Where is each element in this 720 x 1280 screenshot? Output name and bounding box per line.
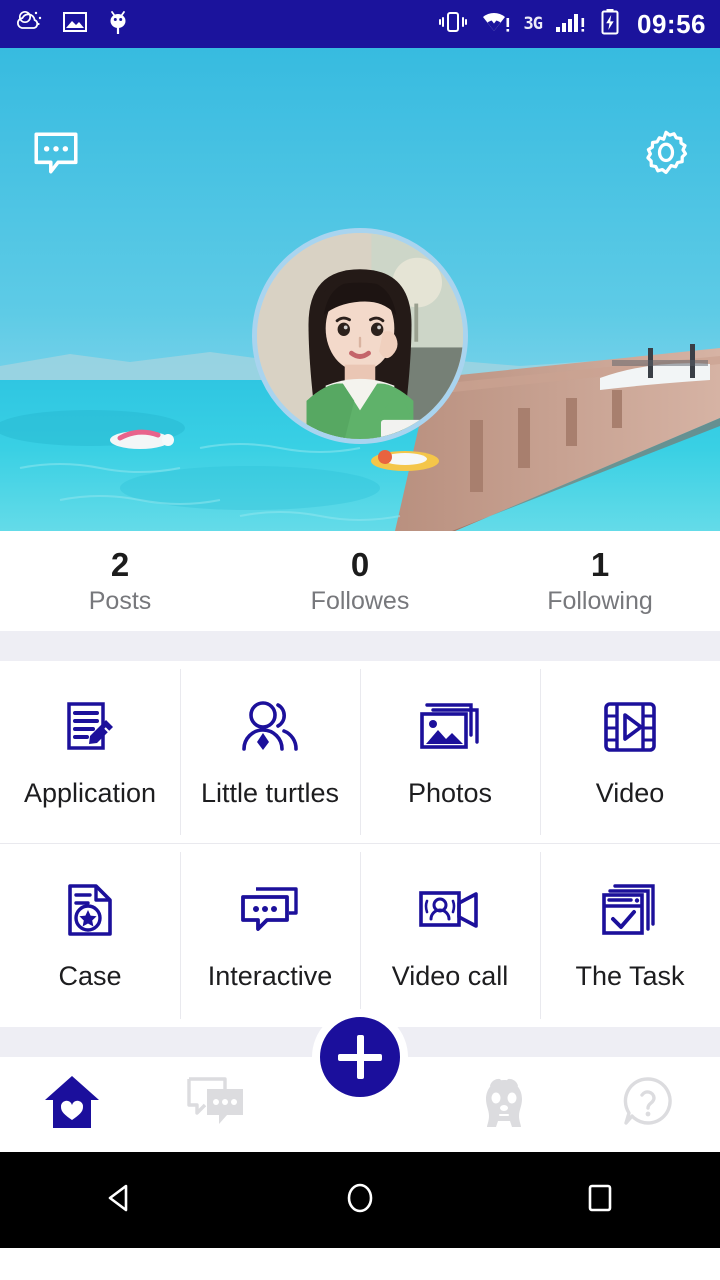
stat-label: Following [547, 587, 653, 616]
nav-item-messages[interactable] [144, 1073, 288, 1136]
recents-square-icon [580, 1178, 620, 1223]
grid-item-video-call[interactable]: Video call [360, 844, 540, 1027]
android-recents-button[interactable] [480, 1178, 720, 1223]
home-circle-icon [340, 1178, 380, 1223]
bottom-navigation [0, 1009, 720, 1152]
two-people-icon [240, 696, 300, 758]
network-type-label: 3G [523, 14, 544, 34]
battery-charging-icon [600, 8, 620, 41]
stat-label: Followes [310, 587, 410, 616]
grid-item-interactive[interactable]: Interactive [180, 844, 360, 1027]
home-heart-icon [41, 1072, 103, 1137]
stat-posts[interactable]: 2 Posts [0, 546, 240, 617]
chat-bubbles-icon [183, 1073, 249, 1136]
back-triangle-icon [100, 1178, 140, 1223]
stat-value: 2 [110, 545, 130, 583]
status-bar-clock: 09:56 [637, 8, 706, 39]
feature-grid-row: Application Little turtles Photos Video [0, 661, 720, 844]
panda-icon [473, 1072, 535, 1137]
grid-item-the-task[interactable]: The Task [540, 844, 720, 1027]
settings-button[interactable] [640, 128, 692, 180]
phone-screen: 3G 09:56 2 Posts 0 Followes 1 Following … [0, 0, 720, 1280]
android-navigation-bar [0, 1152, 720, 1248]
grid-item-label: Application [23, 777, 157, 808]
stat-label: Posts [88, 587, 152, 616]
stat-value: 1 [590, 545, 610, 583]
profile-stats: 2 Posts 0 Followes 1 Following [0, 531, 720, 631]
grid-item-case[interactable]: Case [0, 844, 180, 1027]
nav-item-help[interactable] [576, 1073, 720, 1136]
android-bug-icon [106, 8, 130, 41]
stat-following[interactable]: 1 Following [480, 546, 720, 617]
gallery-image-icon [62, 10, 88, 39]
grid-item-label: The Task [575, 961, 685, 991]
signal-bars-alert-icon [555, 9, 587, 40]
vibrate-icon [438, 9, 468, 40]
weather-cloud-sun-icon [14, 9, 44, 40]
nav-item-home[interactable] [0, 1072, 144, 1137]
grid-item-label: Interactive [207, 961, 333, 991]
messages-button[interactable] [30, 128, 82, 180]
grid-item-label: Video [595, 777, 665, 808]
status-bar-left-icons [14, 8, 130, 41]
window-check-icon [601, 879, 659, 941]
document-pencil-icon [61, 696, 119, 758]
add-button[interactable] [312, 1009, 408, 1105]
feature-grid-row: Case Interactive Video call The Task [0, 844, 720, 1027]
grid-item-label: Video call [391, 961, 509, 991]
wifi-alert-icon [481, 9, 511, 40]
nav-item-panda[interactable] [432, 1072, 576, 1137]
android-back-button[interactable] [0, 1178, 240, 1223]
photo-stack-icon [419, 696, 481, 758]
stat-followers[interactable]: 0 Followes [240, 546, 480, 617]
question-bubble-icon [618, 1073, 678, 1136]
film-play-icon [602, 696, 658, 758]
grid-item-video[interactable]: Video [540, 661, 720, 843]
stat-value: 0 [350, 545, 370, 583]
grid-item-label: Case [58, 961, 122, 991]
cover-photo [0, 48, 720, 531]
status-bar: 3G 09:56 [0, 0, 720, 48]
grid-item-label: Photos [407, 777, 493, 808]
document-star-icon [63, 879, 117, 941]
grid-item-little-turtles[interactable]: Little turtles [180, 661, 360, 843]
video-camera-people-icon [418, 879, 482, 941]
section-divider [0, 631, 720, 661]
status-bar-right-icons: 3G 09:56 [438, 8, 706, 41]
chat-bubbles-icon [239, 879, 301, 941]
grid-item-application[interactable]: Application [0, 661, 180, 843]
avatar[interactable] [252, 228, 468, 444]
grid-item-label: Little turtles [200, 777, 340, 808]
feature-grid: Application Little turtles Photos Video … [0, 661, 720, 1027]
android-home-button[interactable] [240, 1178, 480, 1223]
profile-photo [257, 233, 463, 439]
grid-item-photos[interactable]: Photos [360, 661, 540, 843]
